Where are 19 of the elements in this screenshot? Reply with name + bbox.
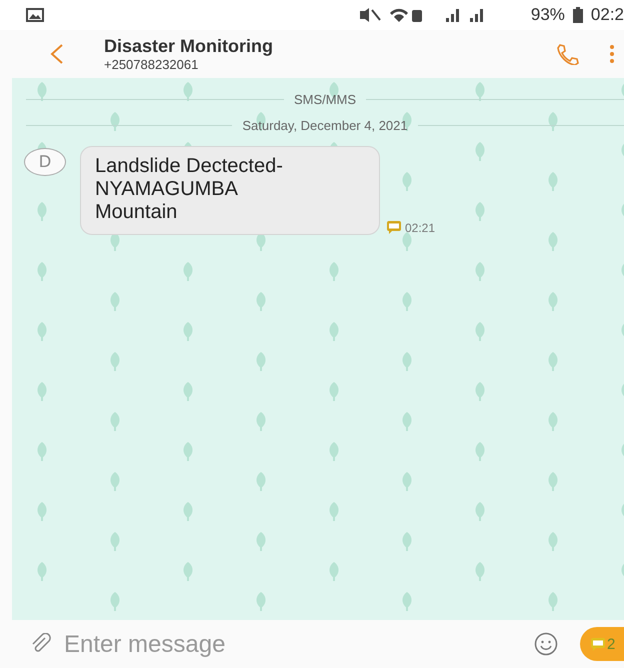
contact-avatar[interactable]: D	[24, 148, 66, 176]
message-input[interactable]: Enter message	[62, 629, 524, 659]
message-icon	[590, 636, 606, 652]
contact-name: Disaster Monitoring	[104, 36, 274, 57]
message-icon	[386, 220, 402, 235]
more-options-icon[interactable]	[610, 45, 614, 63]
phone-number: +250788232061	[104, 57, 200, 72]
date-label: Saturday, December 4, 2021	[242, 118, 408, 132]
message-bubble: Landslide Dectected-NYAMAGUMBA Mountain	[80, 146, 380, 235]
back-icon[interactable]	[50, 43, 64, 65]
phone-icon[interactable]	[556, 43, 580, 65]
battery-icon	[572, 7, 583, 23]
battery-percentage: 93%	[530, 5, 565, 25]
send-button[interactable]: 2	[580, 627, 624, 661]
clock-time: 02:2	[590, 5, 624, 25]
channel-label: SMS/MMS	[294, 92, 356, 106]
emoji-icon[interactable]	[534, 632, 558, 656]
message-time: 02:21	[405, 220, 436, 234]
image-icon	[26, 8, 44, 22]
